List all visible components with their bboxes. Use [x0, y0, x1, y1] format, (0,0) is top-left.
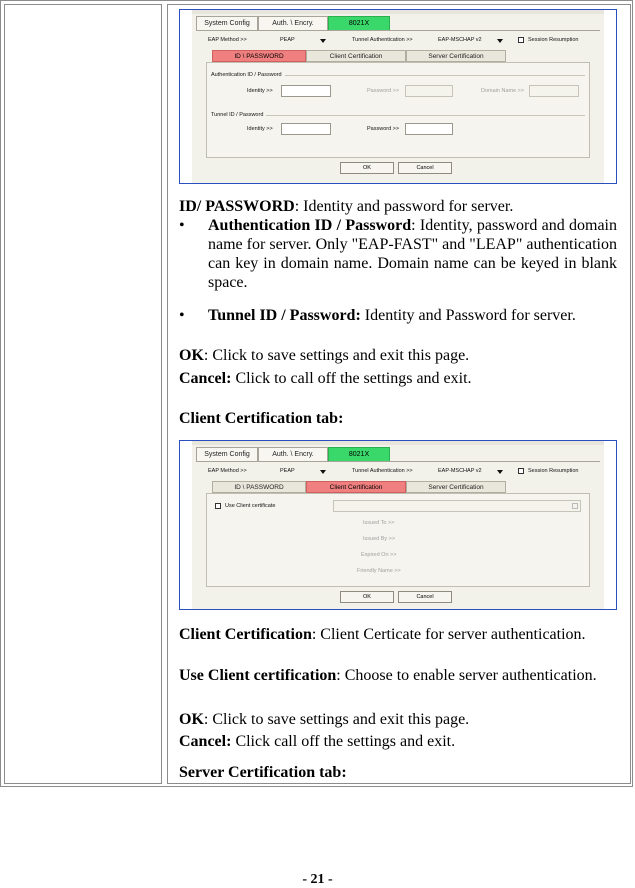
tab-auth-encry[interactable]: Auth. \ Encry.	[258, 447, 328, 461]
eap-method-dropdown-icon[interactable]	[320, 470, 326, 474]
subtab-id-password[interactable]: ID \ PASSWORD	[212, 481, 306, 493]
tunnel-group: Tunnel ID / Password Identity >> Passwor…	[211, 112, 585, 146]
cancel-desc: Click to call off the settings and exit.	[231, 370, 472, 387]
eap-method-dropdown-icon[interactable]	[320, 39, 326, 43]
client-cert-paragraph: Client Certification: Client Certicate f…	[179, 625, 617, 644]
select-arrow-icon	[572, 503, 578, 509]
auth-group-title: Authentication ID / Password	[211, 72, 285, 78]
expired-on-label: Expired On >>	[361, 552, 397, 558]
use-client-cert-paragraph: Use Client certification: Choose to enab…	[179, 666, 617, 685]
session-resumption-checkbox[interactable]	[518, 37, 524, 43]
id-password-panel: Authentication ID / Password Identity >>…	[206, 62, 590, 158]
tunnel-auth-select[interactable]: EAP-MSCHAP v2	[438, 37, 482, 43]
auth-group: Authentication ID / Password Identity >>…	[211, 72, 585, 106]
domain-name-field[interactable]	[529, 85, 579, 97]
tunnel-bullet: • Tunnel ID / Password: Identity and Pas…	[179, 306, 617, 325]
friendly-name-label: Friendly Name >>	[357, 568, 401, 574]
issued-to-label: Issued To >>	[363, 520, 395, 526]
eap-method-label: EAP Method >>	[208, 37, 247, 43]
ok-term: OK	[179, 347, 204, 364]
eap-method-label: EAP Method >>	[208, 468, 247, 474]
eap-row: EAP Method >> PEAP Tunnel Authentication…	[192, 468, 604, 477]
tab-system-config[interactable]: System Config	[196, 16, 258, 30]
cc-desc: : Client Certicate for server authentica…	[311, 626, 586, 643]
dialog-8021x: System Config Auth. \ Encry. 8021X EAP M…	[192, 10, 604, 183]
cc-term: Client Certification	[179, 626, 312, 643]
client-cert-panel: Use Client certificate Issued To >> Issu…	[206, 493, 590, 587]
left-cell	[4, 4, 162, 784]
auth-identity-field[interactable]	[281, 85, 331, 97]
tunnel-term: Tunnel ID / Password:	[208, 307, 361, 324]
tunnel-identity-field[interactable]	[281, 123, 331, 135]
tunnel-password-label: Password >>	[367, 126, 400, 132]
sub-tabs: ID \ PASSWORD Client Certification Serve…	[212, 50, 512, 62]
cancel2-paragraph: Cancel: Click call off the settings and …	[179, 732, 617, 751]
idpassword-screenshot: System Config Auth. \ Encry. 8021X EAP M…	[179, 9, 617, 184]
eap-method-select[interactable]: PEAP	[280, 37, 295, 43]
ok2-paragraph: OK: Click to save settings and exit this…	[179, 710, 617, 729]
bullet-icon: •	[179, 217, 185, 234]
session-resumption-label: Session Resumption	[528, 37, 579, 43]
cancel-button[interactable]: Cancel	[398, 162, 452, 174]
tunnel-password-field[interactable]	[405, 123, 453, 135]
idpw-paragraph: ID/ PASSWORD: Identity and password for …	[179, 197, 617, 216]
auth-term: Authentication ID / Password	[208, 217, 412, 234]
ok2-term: OK	[179, 711, 204, 728]
cancel2-term: Cancel:	[179, 733, 232, 750]
tab-8021x[interactable]: 8021X	[328, 447, 390, 461]
server-tab-heading-text: Server Certification tab:	[179, 764, 347, 781]
tunnel-group-title: Tunnel ID / Password	[211, 112, 267, 118]
cancel-term: Cancel:	[179, 370, 232, 387]
subtab-client-certification[interactable]: Client Certification	[306, 50, 406, 62]
ucc-desc: : Choose to enable server authentication…	[336, 667, 597, 684]
tab-8021x[interactable]: 8021X	[328, 16, 390, 30]
eap-row: EAP Method >> PEAP Tunnel Authentication…	[192, 37, 604, 46]
ok-paragraph: OK: Click to save settings and exit this…	[179, 346, 617, 365]
ok-button[interactable]: OK	[340, 591, 394, 603]
auth-password-label: Password >>	[367, 88, 400, 94]
ucc-term: Use Client certification	[179, 667, 337, 684]
session-resumption-label: Session Resumption	[528, 468, 579, 474]
cancel2-desc: Click call off the settings and exit.	[231, 733, 456, 750]
client-cert-screenshot: System Config Auth. \ Encry. 8021X EAP M…	[179, 440, 617, 610]
tab-auth-encry[interactable]: Auth. \ Encry.	[258, 16, 328, 30]
auth-bullet: • Authentication ID / Password: Identity…	[179, 216, 617, 292]
client-cert-select[interactable]	[333, 500, 581, 512]
auth-password-field[interactable]	[405, 85, 453, 97]
ok-button[interactable]: OK	[340, 162, 394, 174]
tunnel-auth-dropdown-icon[interactable]	[497, 39, 503, 43]
use-client-cert-checkbox[interactable]	[215, 503, 221, 509]
tunnel-auth-dropdown-icon[interactable]	[497, 470, 503, 474]
idpw-term: ID/ PASSWORD	[179, 198, 295, 215]
tunnel-auth-label: Tunnel Authentication >>	[352, 468, 413, 474]
ok2-desc: : Click to save settings and exit this p…	[203, 711, 470, 728]
cancel-paragraph: Cancel: Click to call off the settings a…	[179, 369, 617, 388]
tab-system-config[interactable]: System Config	[196, 447, 258, 461]
client-tab-heading-text: Client Certification tab:	[179, 410, 344, 427]
issued-by-label: Issued By >>	[363, 536, 396, 542]
client-tab-heading: Client Certification tab:	[179, 409, 617, 428]
domain-name-label: Domain Name >>	[481, 88, 525, 94]
dialog-8021x-client: System Config Auth. \ Encry. 8021X EAP M…	[192, 441, 604, 609]
sub-tabs: ID \ PASSWORD Client Certification Serve…	[212, 481, 512, 493]
server-tab-heading: Server Certification tab:	[179, 763, 617, 782]
tunnel-auth-select[interactable]: EAP-MSCHAP v2	[438, 468, 482, 474]
idpw-desc: : Identity and password for server.	[294, 198, 514, 215]
subtab-server-certification[interactable]: Server Certification	[406, 481, 506, 493]
ok-desc: : Click to save settings and exit this p…	[203, 347, 470, 364]
tunnel-identity-label: Identity >>	[247, 126, 273, 132]
cancel-button[interactable]: Cancel	[398, 591, 452, 603]
page-number: - 21 -	[302, 872, 333, 887]
subtab-id-password[interactable]: ID \ PASSWORD	[212, 50, 306, 62]
bullet-icon: •	[179, 307, 185, 324]
tunnel-auth-label: Tunnel Authentication >>	[352, 37, 413, 43]
tunnel-desc: Identity and Password for server.	[360, 307, 576, 324]
eap-method-select[interactable]: PEAP	[280, 468, 295, 474]
subtab-server-certification[interactable]: Server Certification	[406, 50, 506, 62]
session-resumption-checkbox[interactable]	[518, 468, 524, 474]
auth-identity-label: Identity >>	[247, 88, 273, 94]
subtab-client-certification[interactable]: Client Certification	[306, 481, 406, 493]
use-client-cert-label: Use Client certificate	[225, 503, 276, 509]
